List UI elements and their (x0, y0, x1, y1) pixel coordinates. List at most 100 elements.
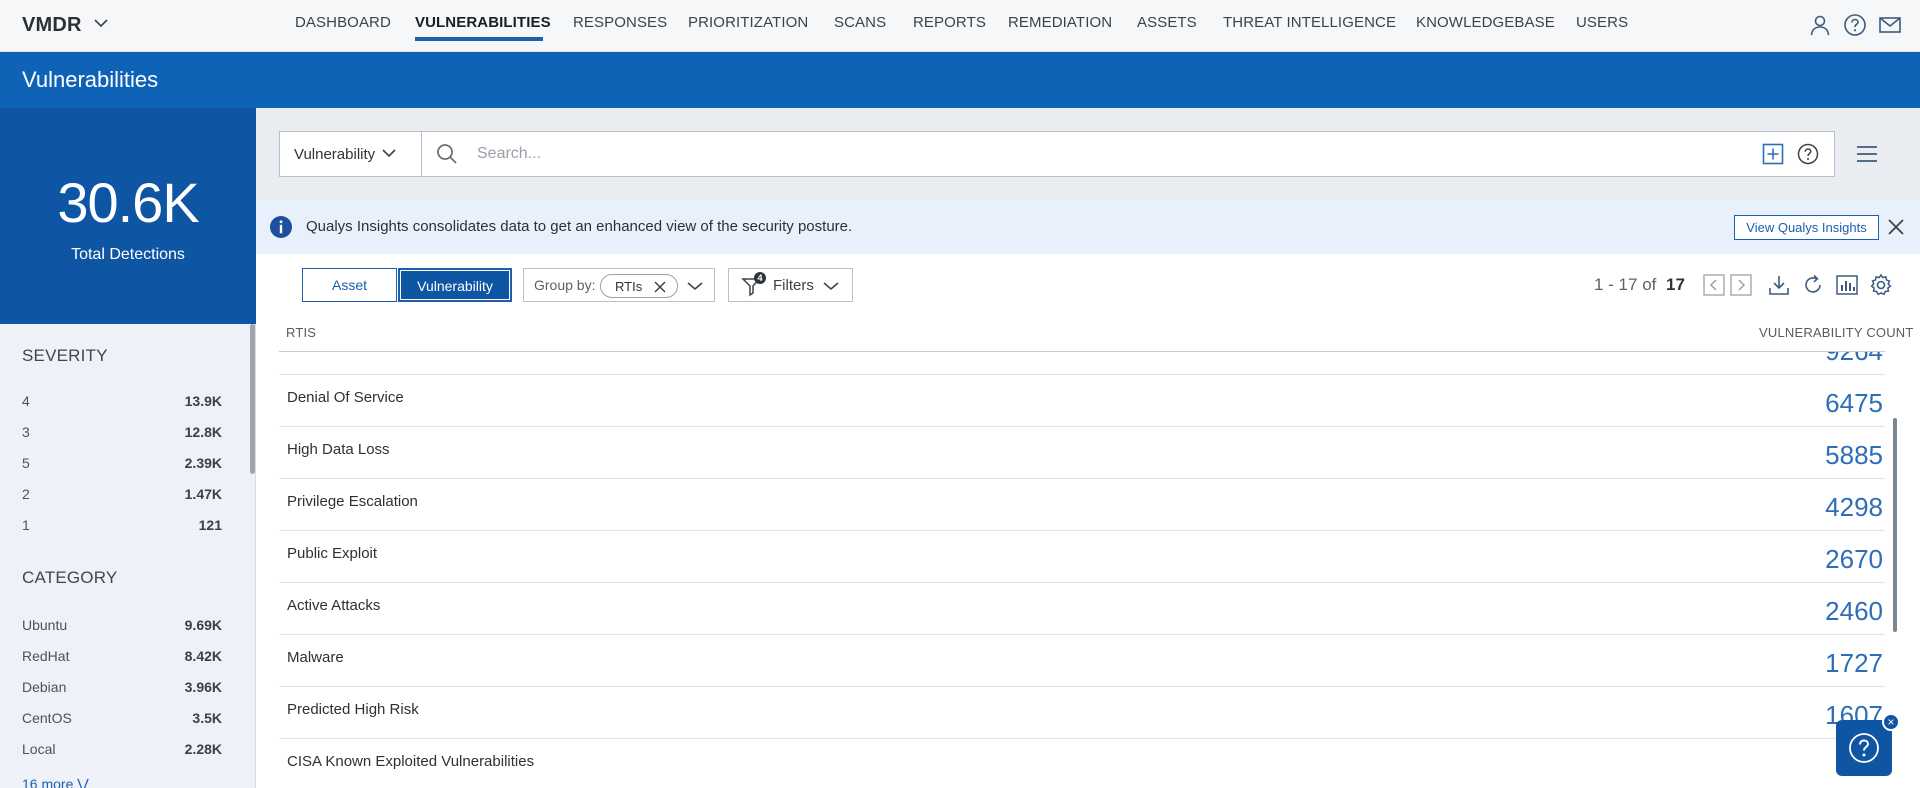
chevron-down-icon[interactable] (687, 281, 703, 291)
sidebar-scrollbar[interactable] (250, 324, 255, 474)
row-count[interactable]: 5885 (1825, 440, 1883, 471)
facet-label: 1 (22, 517, 30, 533)
facet-count: 2.28K (184, 741, 222, 757)
app-switcher-chevron-icon[interactable] (94, 18, 108, 28)
category-facet-item[interactable]: Debian 3.96K (22, 677, 222, 697)
nav-assets[interactable]: ASSETS (1137, 14, 1197, 31)
nav-reports[interactable]: REPORTS (913, 14, 986, 31)
info-icon (270, 216, 292, 238)
nav-users[interactable]: USERS (1576, 14, 1628, 31)
top-nav: VMDR DASHBOARD VULNERABILITIES RESPONSES… (0, 0, 1920, 52)
facet-count: 3.5K (192, 710, 222, 726)
row-label: Predicted High Risk (287, 701, 419, 718)
facet-label: 3 (22, 424, 30, 440)
search-type-label: Vulnerability (294, 146, 376, 163)
table-row[interactable]: Malware 1727 (279, 635, 1885, 687)
nav-prioritization[interactable]: PRIORITIZATION (688, 14, 808, 31)
row-label: CISA Known Exploited Vulnerabilities (287, 753, 535, 770)
row-label: Denial Of Service (287, 389, 404, 406)
category-facet-item[interactable]: RedHat 8.42K (22, 646, 222, 666)
table-row-partial[interactable]: 9264 (279, 352, 1885, 375)
settings-gear-icon[interactable] (1869, 273, 1893, 297)
facet-count: 13.9K (184, 393, 222, 409)
category-more-link[interactable]: 16 more ⋁ (22, 776, 89, 788)
table-row[interactable]: Public Exploit 2670 (279, 531, 1885, 583)
group-by-label: Group by: (534, 277, 596, 293)
vulnerability-view-toggle[interactable]: Vulnerability (398, 268, 512, 302)
category-facet-item[interactable]: Local 2.28K (22, 739, 222, 759)
severity-facet-item[interactable]: 2 1.47K (22, 484, 222, 504)
user-profile-icon[interactable] (1808, 13, 1832, 37)
row-label: Public Exploit (287, 545, 378, 562)
severity-facet-item[interactable]: 5 2.39K (22, 453, 222, 473)
filters-button[interactable]: 4 Filters (728, 268, 853, 302)
nav-vulnerabilities[interactable]: VULNERABILITIES (415, 14, 551, 31)
category-facet-item[interactable]: Ubuntu 9.69K (22, 615, 222, 635)
row-count[interactable]: 2670 (1825, 544, 1883, 575)
chevron-down-icon (382, 149, 396, 158)
page-title: Vulnerabilities (22, 67, 159, 92)
row-label: Privilege Escalation (287, 493, 418, 510)
facet-count: 8.42K (184, 648, 222, 664)
search-help-icon[interactable] (1797, 143, 1819, 165)
category-facet-item[interactable]: CentOS 3.5K (22, 708, 222, 728)
nav-threat-intelligence[interactable]: THREAT INTELLIGENCE (1223, 14, 1396, 31)
facet-label: 4 (22, 393, 30, 409)
search-type-dropdown[interactable]: Vulnerability (280, 132, 422, 176)
hamburger-menu-icon[interactable] (1855, 143, 1879, 165)
total-detections-label: Total Detections (71, 246, 185, 263)
category-facet-title: CATEGORY (22, 568, 118, 587)
pagination-total: 17 (1666, 275, 1685, 294)
severity-facet-item[interactable]: 4 13.9K (22, 391, 222, 411)
row-count[interactable]: 6475 (1825, 388, 1883, 419)
row-count[interactable]: 9264 (1825, 352, 1883, 367)
close-icon[interactable] (1886, 217, 1906, 237)
table-row[interactable]: High Data Loss 5885 (279, 427, 1885, 479)
facet-count: 9.69K (184, 617, 222, 633)
total-detections-value: 30.6K (57, 171, 199, 234)
help-chat-button[interactable] (1836, 720, 1892, 776)
mail-icon[interactable] (1878, 13, 1902, 37)
facet-label: 2 (22, 486, 30, 502)
view-qualys-insights-button[interactable]: View Qualys Insights (1734, 215, 1879, 240)
row-count[interactable]: 1727 (1825, 648, 1883, 679)
previous-page-icon[interactable] (1702, 273, 1726, 297)
facet-count: 3.96K (184, 679, 222, 695)
double-chevron-down-icon: ⋁ (77, 776, 89, 788)
chart-view-icon[interactable] (1835, 273, 1859, 297)
asset-view-toggle[interactable]: Asset (302, 268, 397, 302)
row-label: Malware (287, 649, 344, 666)
column-header-vulnerability-count[interactable]: VULNERABILITY COUNT (1759, 325, 1914, 340)
nav-dashboard[interactable]: DASHBOARD (295, 14, 391, 31)
column-header-rtis[interactable]: RTIS (286, 325, 316, 340)
table-scrollbar[interactable] (1893, 418, 1897, 632)
nav-responses[interactable]: RESPONSES (573, 14, 667, 31)
remove-chip-icon[interactable] (653, 280, 667, 294)
row-count[interactable]: 4298 (1825, 492, 1883, 523)
nav-scans[interactable]: SCANS (834, 14, 886, 31)
search-input[interactable] (477, 140, 1677, 168)
group-by-chip[interactable]: RTIs (600, 274, 678, 298)
facet-label: Ubuntu (22, 617, 68, 633)
table-row[interactable]: CISA Known Exploited Vulnerabilities1 (279, 739, 1885, 788)
next-page-icon[interactable] (1729, 273, 1753, 297)
facet-count: 1.47K (184, 486, 222, 502)
add-query-icon[interactable] (1762, 143, 1784, 165)
close-help-icon[interactable]: × (1882, 713, 1900, 731)
row-count[interactable]: 2460 (1825, 596, 1883, 627)
table-row[interactable]: Active Attacks 2460 (279, 583, 1885, 635)
info-banner: Qualys Insights consolidates data to get… (256, 200, 1920, 254)
facet-label: CentOS (22, 710, 72, 726)
help-icon[interactable] (1843, 13, 1867, 37)
group-by-control[interactable]: Group by: RTIs (523, 268, 715, 302)
severity-facet-item[interactable]: 1 121 (22, 515, 222, 535)
refresh-icon[interactable] (1801, 273, 1825, 297)
severity-facet-item[interactable]: 3 12.8K (22, 422, 222, 442)
table-row[interactable]: Privilege Escalation 4298 (279, 479, 1885, 531)
table-row[interactable]: Denial Of Service 6475 (279, 375, 1885, 427)
nav-knowledgebase[interactable]: KNOWLEDGEBASE (1416, 14, 1555, 31)
app-name[interactable]: VMDR (22, 14, 82, 37)
table-row[interactable]: Predicted High Risk 1607 (279, 687, 1885, 739)
nav-remediation[interactable]: REMEDIATION (1008, 14, 1112, 31)
download-icon[interactable] (1767, 273, 1791, 297)
